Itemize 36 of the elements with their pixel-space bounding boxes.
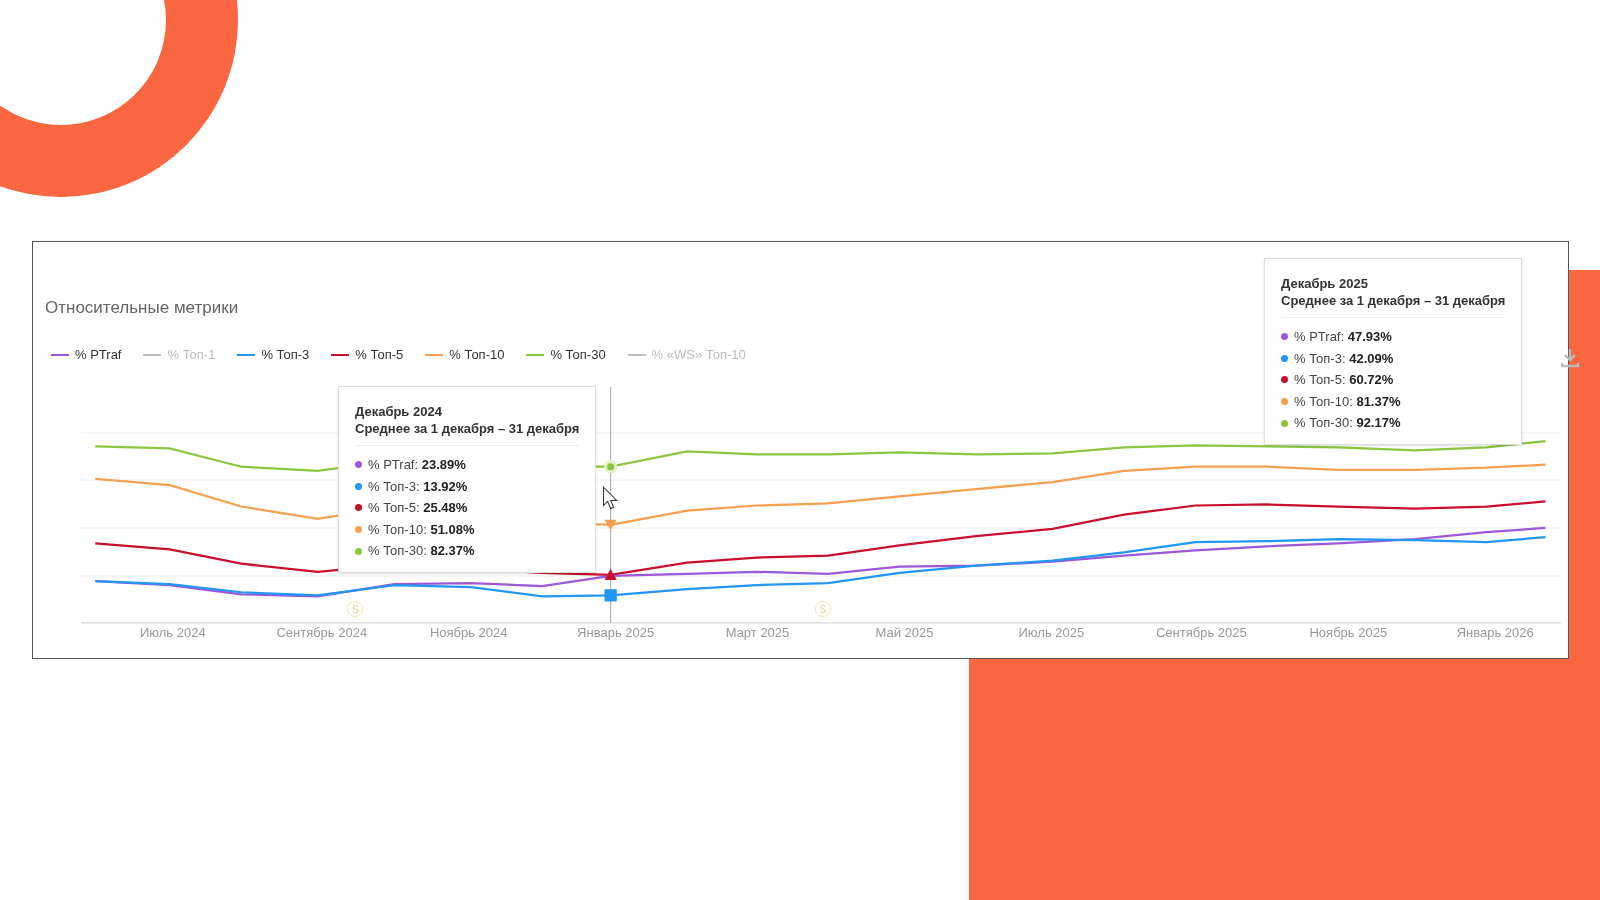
axis-label: Январь 2025	[577, 624, 655, 642]
legend-item[interactable]: % PTraf	[51, 345, 122, 365]
axis-label: Март 2025	[725, 624, 790, 642]
tooltip-row-text: % Топ-5: 25.48%	[368, 499, 468, 518]
legend-item[interactable]: % Топ-5	[331, 345, 404, 365]
axis-label: Июль 2025	[1018, 624, 1085, 642]
tooltip-subtitle: Среднее за 1 декабря – 31 декабря	[355, 420, 580, 437]
tooltip-row-text: % Топ-5: 60.72%	[1294, 371, 1394, 390]
axis-label: Сентябрь 2024	[276, 624, 368, 642]
tooltip-row-text: % Топ-30: 92.17%	[1294, 414, 1401, 433]
tooltip-row-text: % Топ-3: 42.09%	[1294, 349, 1394, 368]
legend-item[interactable]: % Топ-3	[237, 345, 310, 365]
legend-item[interactable]: % Топ-10	[425, 345, 505, 365]
axis-label: Май 2025	[875, 624, 934, 642]
axis-label: Сентябрь 2025	[1155, 624, 1247, 642]
tooltip-row-text: % PTraf: 23.89%	[368, 456, 466, 475]
tooltip-row-text: % Топ-30: 82.37%	[368, 542, 475, 561]
axis-label: Январь 2026	[1456, 624, 1534, 642]
point-marker-icon	[604, 519, 617, 530]
tooltip-row-text: % Топ-10: 51.08%	[368, 520, 475, 539]
axis-label: Ноябрь 2025	[1309, 624, 1388, 642]
axis-label: Июль 2024	[139, 624, 206, 642]
tooltip-row-text: % PTraf: 47.93%	[1294, 328, 1392, 347]
tooltip-subtitle: Среднее за 1 декабря – 31 декабря	[1281, 292, 1506, 309]
legend-item[interactable]: % Топ-30	[526, 345, 606, 365]
tooltip-title: Декабрь 2025	[1281, 275, 1369, 292]
point-marker-icon	[604, 568, 617, 580]
tooltip-row-text: % Топ-10: 81.37%	[1294, 392, 1401, 411]
point-marker-icon	[604, 589, 617, 602]
chart-title: Относительные метрики	[45, 297, 239, 319]
tooltip-title: Декабрь 2024	[355, 403, 443, 420]
download-icon[interactable]	[1561, 348, 1579, 368]
tooltip-row-text: % Топ-3: 13.92%	[368, 477, 468, 496]
axis-label: Ноябрь 2024	[429, 624, 508, 642]
point-marker-icon	[604, 460, 618, 474]
cursor-icon	[603, 485, 618, 510]
